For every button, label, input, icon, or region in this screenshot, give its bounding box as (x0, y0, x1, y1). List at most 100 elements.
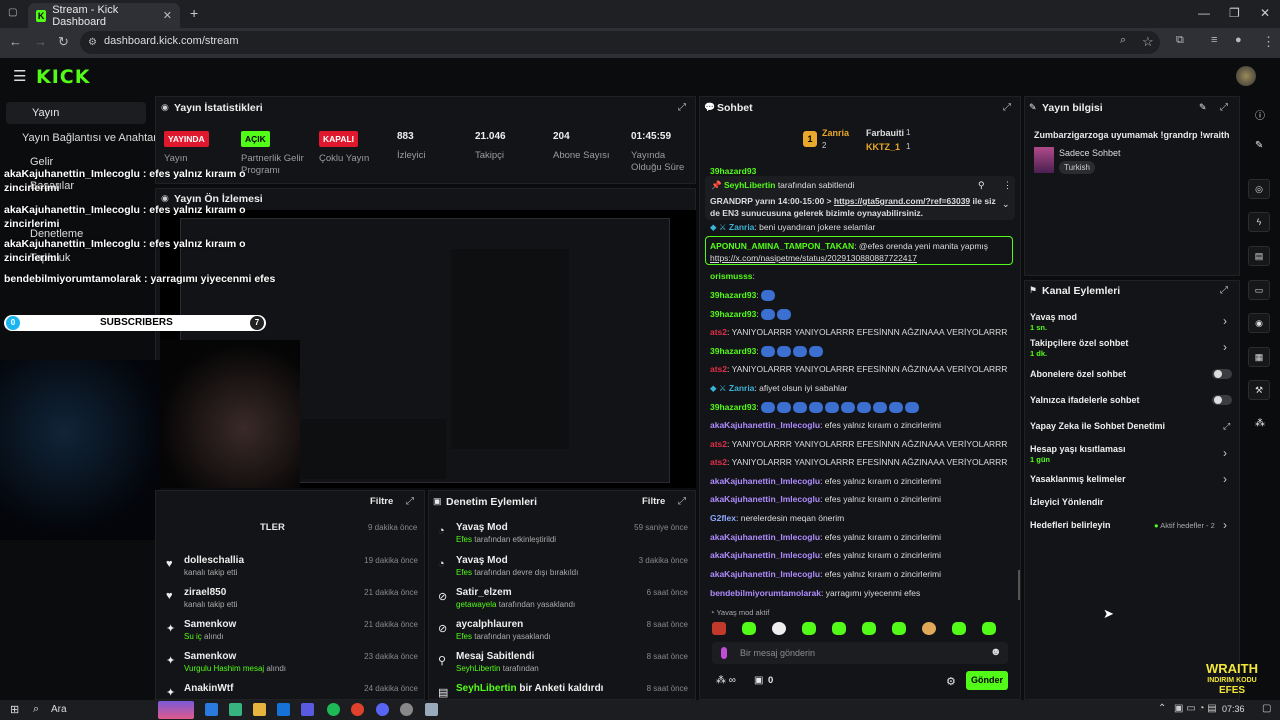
user-avatar[interactable] (1236, 66, 1256, 86)
rail-wrench-icon[interactable]: ⚒ (1248, 380, 1270, 400)
emote-button[interactable] (832, 622, 846, 635)
chevron-right-icon[interactable]: › (1223, 446, 1227, 460)
taskbar-app-icon[interactable] (229, 703, 242, 716)
pencil-icon[interactable]: ✎ (1255, 140, 1263, 151)
chat-user[interactable]: 39hazard93 (710, 346, 756, 356)
extensions-icon[interactable]: ⧉ (1176, 34, 1184, 47)
action-goals[interactable]: Hedefleri belirleyin (1030, 520, 1111, 530)
profile-icon[interactable]: ● (1235, 34, 1242, 46)
chat-user[interactable]: APONUN_AMINA_TAMPON_TAKAN (710, 241, 854, 251)
pinned-link[interactable]: https://gta5grand.com/?ref=63039 (834, 196, 970, 206)
chat-user[interactable]: ats2 (710, 457, 727, 467)
taskbar-app-icon[interactable] (301, 703, 314, 716)
action-account-age[interactable]: Hesap yaşı kısıtlaması 1 gün (1030, 444, 1126, 464)
taskbar-app-icon[interactable] (277, 703, 290, 716)
rail-camera-icon[interactable]: ◎ (1248, 179, 1270, 199)
rail-more-icon[interactable]: ⁂ (1255, 418, 1265, 429)
browser-tab[interactable]: K Stream - Kick Dashboard ✕ (28, 3, 180, 28)
rail-grid-icon[interactable]: ▦ (1248, 347, 1270, 367)
modlog-filter[interactable]: Filtre (642, 496, 665, 507)
emote-button[interactable] (922, 622, 936, 635)
send-button[interactable]: Gönder (966, 671, 1008, 690)
chat-user[interactable]: akaKajuhanettin_Imlecoglu (710, 476, 820, 486)
action-ai-moderation[interactable]: Yapay Zeka ile Sohbet Denetimi (1030, 421, 1165, 431)
chat-user[interactable]: ats2 (710, 364, 727, 374)
tab-close-icon[interactable]: ✕ (163, 9, 172, 22)
taskbar-app-icon[interactable] (205, 703, 218, 716)
chat-user[interactable]: ats2 (710, 327, 727, 337)
back-icon[interactable]: ← (9, 34, 22, 49)
chat-user[interactable]: akaKajuhanettin_Imlecoglu (710, 569, 820, 579)
emote-button[interactable] (952, 622, 966, 635)
media-icon[interactable]: ≡ (1211, 34, 1217, 46)
activity-popout-icon[interactable]: ⤢ (406, 496, 414, 507)
taskbar-app-icon[interactable] (425, 703, 438, 716)
emote-button[interactable] (862, 622, 876, 635)
emote-button[interactable] (802, 622, 816, 635)
rail-chat-icon[interactable]: ▭ (1248, 280, 1270, 300)
taskbar-app-icon[interactable] (376, 703, 389, 716)
sidebar-item-yayin[interactable]: Yayın (6, 102, 146, 124)
kick-logo[interactable]: KICK (36, 66, 90, 88)
action-raid[interactable]: İzleyici Yönlendir (1030, 497, 1103, 507)
bookmark-star-icon[interactable]: ☆ (1142, 34, 1154, 50)
chat-user[interactable]: 39hazard93 (710, 309, 756, 319)
new-tab-button[interactable]: + (190, 5, 198, 21)
action-slow-mode[interactable]: Yavaş mod 1 sn. (1030, 312, 1077, 332)
chat-settings-icon[interactable]: ⚙ (946, 675, 956, 688)
taskbar-app-icon[interactable] (400, 703, 413, 716)
category-name[interactable]: Sadece Sohbet (1059, 148, 1121, 158)
chat-user[interactable]: 39hazard93 (710, 290, 756, 300)
chat-user[interactable]: 39hazard93 (710, 166, 756, 176)
rail-doc-icon[interactable]: ▤ (1248, 246, 1270, 266)
reload-icon[interactable]: ↻ (58, 34, 69, 50)
chat-user[interactable]: ats2 (710, 439, 727, 449)
pinned-more-icon[interactable]: ⋮ (1003, 180, 1012, 191)
chat-popout-icon[interactable]: ⤢ (1003, 102, 1011, 113)
stream-preview[interactable] (160, 210, 696, 488)
emote-button[interactable] (982, 622, 996, 635)
taskbar-search[interactable]: Ara (51, 704, 67, 715)
taskbar-app-icon[interactable] (158, 701, 194, 719)
hamburger-menu-icon[interactable]: ☰ (13, 67, 26, 85)
external-link-icon[interactable]: ⤢ (1223, 421, 1230, 432)
emote-button[interactable] (712, 622, 726, 635)
chat-scrollbar[interactable] (1018, 570, 1020, 600)
chat-link[interactable]: https://x.com/nasipetme/status/202913088… (710, 253, 917, 263)
stats-popout-icon[interactable]: ⤢ (678, 102, 686, 113)
taskbar-app-icon[interactable] (327, 703, 340, 716)
browser-more-icon[interactable]: ⋮ (1262, 34, 1275, 50)
zoom-icon[interactable]: ⌕ (1120, 34, 1126, 47)
window-close-icon[interactable]: ✕ (1260, 6, 1270, 20)
rail-broadcast-icon[interactable]: ◉ (1248, 313, 1270, 333)
modlog-popout-icon[interactable]: ⤢ (678, 496, 686, 507)
gift-icon[interactable]: ▣ (754, 675, 763, 686)
activity-filter[interactable]: Filtre (370, 496, 393, 507)
chevron-right-icon[interactable]: › (1223, 314, 1227, 328)
url-field[interactable]: dashboard.kick.com/stream (80, 31, 1160, 54)
subs-only-toggle[interactable] (1212, 369, 1232, 379)
info-circle-icon[interactable]: ⓘ (1255, 107, 1265, 122)
sidebar-item-gelir[interactable]: Gelir (30, 156, 53, 168)
chat-user[interactable]: G2flex (710, 513, 736, 523)
browser-menu-icon[interactable]: ▢ (8, 7, 17, 18)
chat-user[interactable]: akaKajuhanettin_Imlecoglu (710, 532, 820, 542)
chevron-right-icon[interactable]: › (1223, 518, 1227, 532)
emote-button[interactable] (892, 622, 906, 635)
taskbar-app-icon[interactable] (253, 703, 266, 716)
pinned-expand-icon[interactable]: ⌄ (1002, 199, 1010, 210)
chat-user[interactable]: bendebilmiyorumtamolarak (710, 588, 821, 598)
edit-info-icon[interactable]: ✎ (1199, 102, 1207, 113)
chat-user[interactable]: 39hazard93 (710, 402, 756, 412)
chat-user[interactable]: orismusss (710, 271, 753, 281)
minimize-icon[interactable]: — (1198, 6, 1210, 20)
notification-icon[interactable]: ▢ (1262, 703, 1271, 714)
forward-icon[interactable]: → (34, 34, 47, 49)
actions-popout-icon[interactable]: ⤢ (1220, 285, 1228, 296)
info-popout-icon[interactable]: ⤢ (1220, 102, 1228, 113)
emoji-icon[interactable]: ☻ (990, 646, 1002, 658)
emote-button[interactable] (772, 622, 786, 635)
restore-icon[interactable]: ❐ (1229, 6, 1240, 20)
pin-icon[interactable]: ⚲ (978, 180, 985, 191)
start-icon[interactable]: ⊞ (10, 703, 19, 716)
